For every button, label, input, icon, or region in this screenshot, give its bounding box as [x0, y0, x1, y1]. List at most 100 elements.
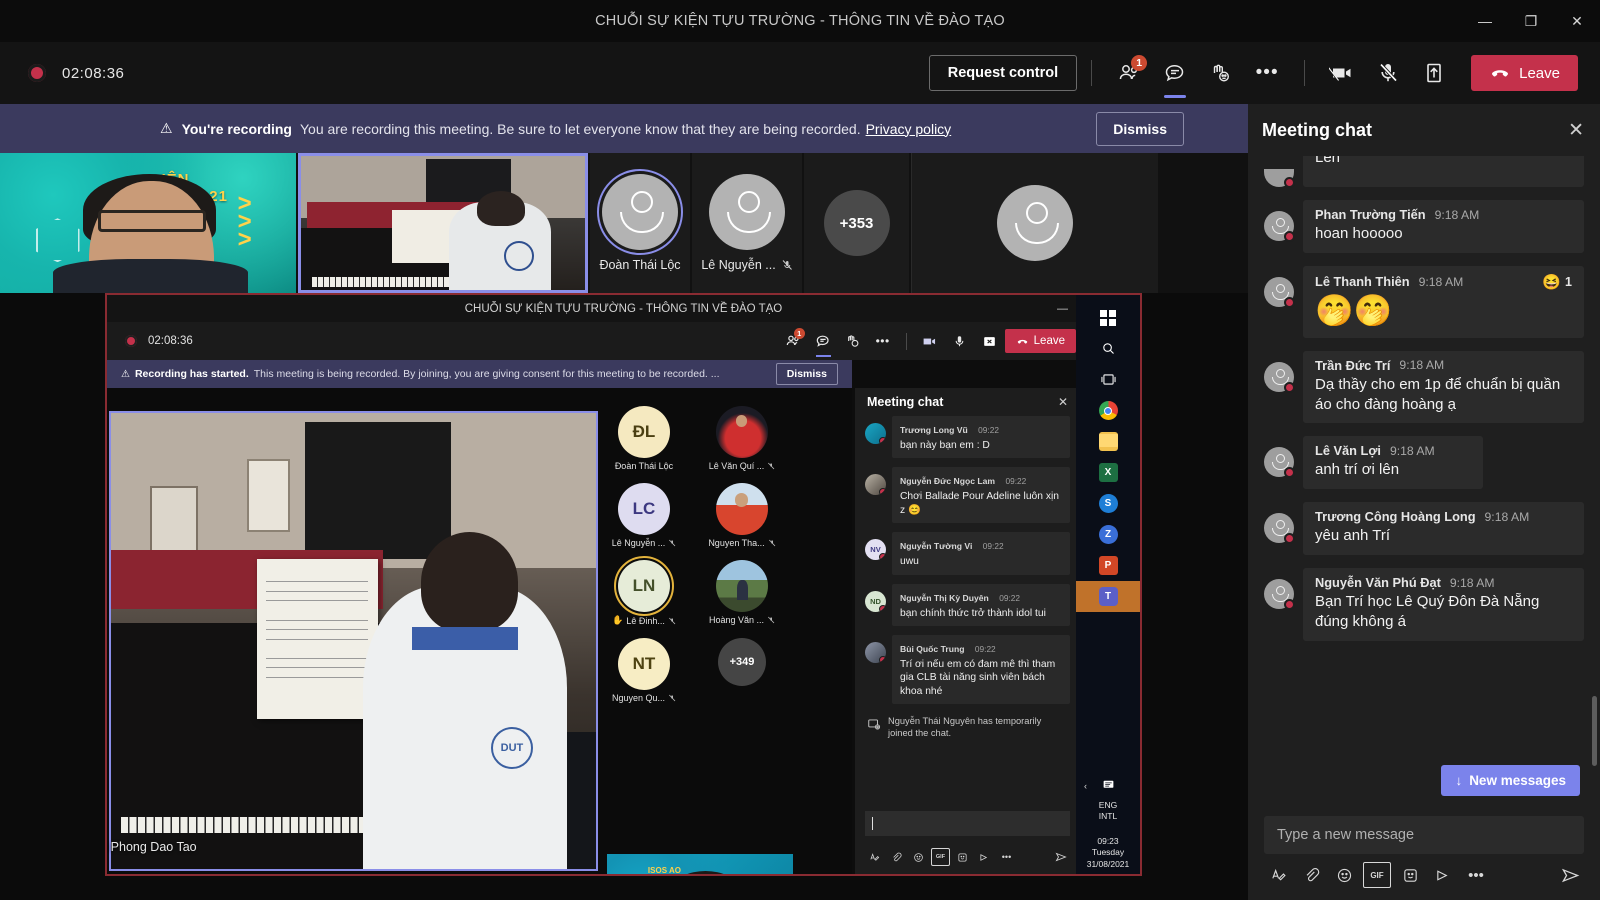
shared-participant-hoang-van[interactable]: Hoàng Văn ...	[705, 560, 779, 626]
shared-self-view-video[interactable]: ISOS AO2021	[607, 854, 793, 874]
presenter-name-label: Vo Ngoc Duong - Phong Dao Tao	[107, 840, 197, 854]
shared-camera-icon[interactable]	[915, 326, 945, 356]
participant-tile-doan-thai-loc[interactable]: Đoàn Thái Lộc	[590, 153, 690, 293]
attach-icon[interactable]	[1297, 862, 1325, 888]
shared-participant-grid: ĐL Đoàn Thái Lộc Lê Văn Quí ... LC Lê Ng…	[607, 406, 812, 715]
excel-icon[interactable]: X	[1088, 457, 1128, 488]
participant-overflow-tile[interactable]: +353	[804, 153, 909, 293]
send-icon[interactable]	[1556, 862, 1584, 888]
shared-participant-doan-thai-loc[interactable]: ĐL Đoàn Thái Lộc	[607, 406, 681, 471]
shared-chat-compose-input[interactable]	[865, 811, 1070, 836]
message-time: 09:22	[999, 592, 1021, 603]
chat-message-list[interactable]: Lên Phan Trường Tiến 9:18 AM hoan hooooo	[1248, 156, 1600, 806]
new-messages-button[interactable]: ↓ New messages	[1441, 765, 1580, 796]
powerpoint-icon[interactable]: P	[1088, 550, 1128, 581]
share-screen-icon[interactable]	[1411, 51, 1457, 95]
zalo-icon[interactable]: Z	[1088, 519, 1128, 550]
chrome-icon[interactable]	[1088, 395, 1128, 426]
message-time: 09:22	[974, 643, 996, 654]
leave-button[interactable]: Leave	[1471, 55, 1578, 91]
shared-recording-banner: ⚠ Recording has started. This meeting is…	[107, 360, 852, 388]
together-icon[interactable]	[975, 848, 994, 866]
shared-chat-panel: Meeting chat ✕ Trương Long Vũ 09:22 bạn …	[855, 388, 1080, 874]
more-options-icon[interactable]: •••	[1244, 51, 1290, 95]
minimize-button[interactable]: —	[1462, 0, 1508, 42]
together-icon[interactable]	[1429, 862, 1457, 888]
participant-tile-le-nguyen[interactable]: Lê Nguyễn ...	[692, 153, 802, 293]
shared-participant-le-dinh[interactable]: LN ✋ Lê Đinh...	[607, 556, 681, 626]
teams-icon[interactable]: T	[1076, 581, 1140, 612]
maximize-button[interactable]: ❐	[1508, 0, 1554, 42]
chat-icon[interactable]	[1152, 51, 1198, 98]
shared-dismiss-button[interactable]: Dismiss	[775, 363, 838, 385]
more-icon[interactable]: •••	[1462, 862, 1490, 888]
video-tile-piano[interactable]	[298, 153, 588, 293]
shared-reactions-icon[interactable]	[838, 326, 868, 356]
shared-leave-button[interactable]: Leave	[1004, 329, 1076, 353]
format-icon[interactable]	[1264, 862, 1292, 888]
avatar	[865, 423, 886, 444]
skype-icon[interactable]: S	[1088, 488, 1128, 519]
shared-screen-content[interactable]: CHUỖI SỰ KIỆN TỰU TRƯỜNG - THÔNG TIN VỀ …	[105, 293, 1142, 876]
close-button[interactable]: ✕	[1554, 0, 1600, 42]
chat-input[interactable]: Type a new message	[1264, 816, 1584, 854]
participants-icon[interactable]: 1	[1106, 51, 1152, 95]
giphy-icon[interactable]: GIF	[1363, 862, 1391, 888]
video-tile-presenter[interactable]: >>> IÊNOA 2021	[0, 153, 296, 293]
chat-scrollbar[interactable]	[1592, 696, 1597, 766]
participant-name-row: Lê Nguyễn ...	[701, 258, 792, 272]
avatar	[597, 169, 683, 255]
file-explorer-icon[interactable]	[1088, 426, 1128, 457]
shared-title-bar: CHUỖI SỰ KIỆN TỰU TRƯỜNG - THÔNG TIN VỀ …	[107, 295, 1140, 322]
shared-minimize-button[interactable]: —	[1047, 295, 1078, 322]
shared-participant-nguyen-tha[interactable]: Nguyen Tha...	[705, 483, 779, 548]
reactions-icon[interactable]	[1198, 51, 1244, 95]
shared-participant-overflow[interactable]: +349	[705, 638, 779, 703]
clock-date: 31/08/2021	[1086, 858, 1130, 869]
shared-microphone-icon[interactable]	[945, 326, 975, 356]
more-icon[interactable]: •••	[997, 848, 1016, 866]
format-icon[interactable]	[865, 848, 884, 866]
start-icon[interactable]	[1088, 302, 1128, 333]
avatar-photo	[716, 483, 768, 535]
sticker-icon[interactable]	[953, 848, 972, 866]
emoji-icon[interactable]	[1330, 862, 1358, 888]
shared-participant-le-van-qui[interactable]: Lê Văn Quí ...	[705, 406, 779, 471]
taskbar-expand-chevron-icon[interactable]: ‹	[1084, 781, 1087, 791]
attach-icon[interactable]	[887, 848, 906, 866]
participant-tile-blank[interactable]	[911, 153, 1158, 293]
shared-participant-nguyen-qu[interactable]: NT Nguyen Qu...	[607, 638, 681, 703]
message-time: 09:22	[1005, 476, 1027, 487]
message-author: Nguyễn Tường Vi	[900, 541, 973, 552]
shared-participant-le-nguyen[interactable]: LC Lê Nguyễn ...	[607, 483, 681, 548]
giphy-icon[interactable]: GIF	[931, 848, 950, 866]
shared-more-options-icon[interactable]: •••	[868, 326, 898, 356]
participant-name-row: Nguyen Tha...	[708, 538, 775, 548]
toolbar-divider-2	[1304, 60, 1306, 86]
participant-name-row: ✋ Lê Đinh...	[612, 615, 676, 626]
chat-close-icon[interactable]: ✕	[1568, 119, 1584, 142]
camera-off-icon[interactable]	[1319, 51, 1365, 95]
taskbar-language[interactable]: ENG INTL	[1076, 800, 1140, 822]
shared-recording-timer: 02:08:36	[148, 335, 193, 347]
dismiss-button[interactable]: Dismiss	[1096, 111, 1184, 146]
task-view-icon[interactable]	[1088, 364, 1128, 395]
shared-participants-icon[interactable]: 1	[778, 326, 808, 356]
shared-chat-close-icon[interactable]: ✕	[1058, 395, 1068, 409]
message-author: Trương Công Hoàng Long	[1315, 509, 1476, 525]
shared-chat-icon[interactable]	[808, 326, 838, 357]
emoji-icon[interactable]	[909, 848, 928, 866]
send-icon[interactable]	[1051, 848, 1070, 866]
shared-overflow-count: +349	[718, 638, 766, 686]
privacy-policy-link[interactable]: Privacy policy	[866, 121, 952, 137]
taskbar-clock[interactable]: 09:23 Tuesday 31/08/2021	[1076, 836, 1140, 870]
notes-icon[interactable]	[1102, 778, 1115, 794]
search-icon[interactable]	[1088, 333, 1128, 364]
avatar-initials: NV	[865, 539, 886, 561]
request-control-button[interactable]: Request control	[928, 55, 1078, 91]
shared-stop-sharing-icon[interactable]	[975, 326, 1005, 356]
shared-nested-video[interactable]: DUT	[109, 411, 598, 871]
microphone-muted-icon[interactable]	[1365, 51, 1411, 95]
message-reaction[interactable]: 😆 1	[1542, 273, 1572, 291]
sticker-icon[interactable]	[1396, 862, 1424, 888]
